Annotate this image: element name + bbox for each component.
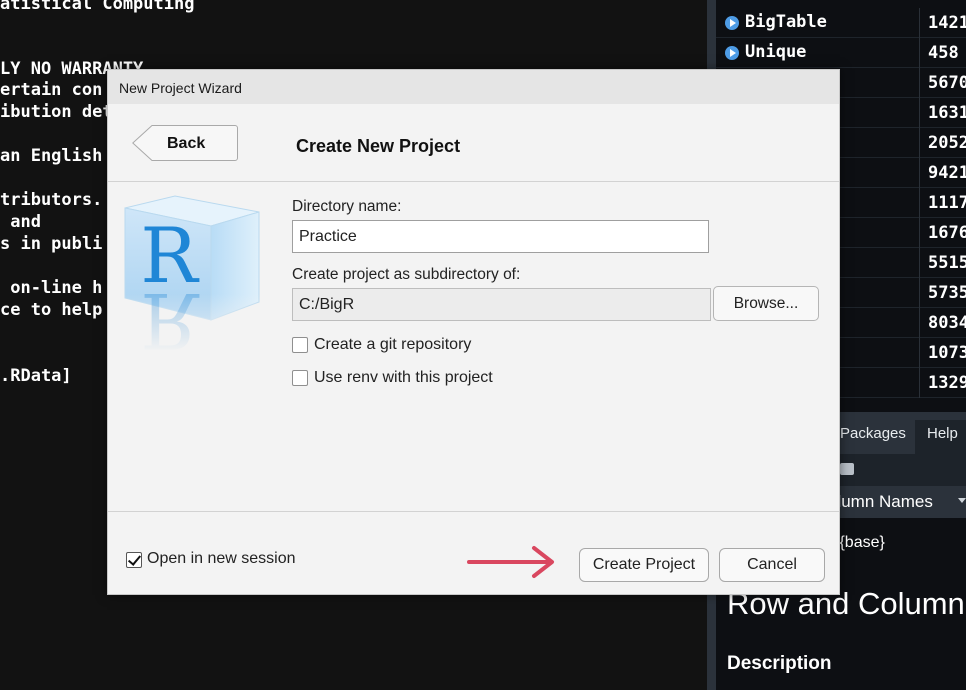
r-logo-icon: R R	[123, 194, 261, 365]
dialog-title: New Project Wizard	[119, 80, 242, 96]
divider	[108, 181, 839, 182]
create-project-button[interactable]: Create Project	[579, 548, 709, 582]
tab-packages[interactable]: Packages	[840, 425, 906, 442]
env-var-value: 9421	[919, 158, 966, 188]
directory-name-input[interactable]: Practice	[292, 220, 709, 253]
env-var-value: 1631	[919, 98, 966, 128]
console-line: ertain con	[0, 80, 103, 100]
dialog-titlebar[interactable]: New Project Wizard	[108, 70, 839, 104]
env-var-value: 5670	[919, 68, 966, 98]
console-line: and	[0, 212, 41, 232]
env-var-value: 5735	[919, 278, 966, 308]
env-var-value: 1073	[919, 338, 966, 368]
expand-icon[interactable]	[725, 16, 739, 30]
toolbar-icon[interactable]	[840, 463, 854, 475]
open-new-session-checkbox[interactable]	[126, 552, 142, 568]
env-row-unique[interactable]: Unique 458	[716, 38, 966, 68]
console-line: .RData]	[0, 366, 72, 386]
open-new-session-label[interactable]: Open in new session	[147, 550, 296, 568]
new-project-dialog: New Project Wizard Back Create New Proje…	[107, 69, 840, 595]
divider	[108, 511, 839, 512]
checkmark-icon	[127, 552, 142, 566]
env-var-value: 458	[919, 38, 966, 68]
console-line: tributors.	[0, 190, 103, 210]
subdirectory-input[interactable]: C:/BigR	[292, 288, 711, 321]
help-section-heading: Description	[727, 653, 832, 674]
console-line: atistical Computing	[0, 0, 195, 14]
cancel-button[interactable]: Cancel	[719, 548, 825, 582]
renv-label[interactable]: Use renv with this project	[314, 369, 493, 387]
env-var-name: BigTable	[745, 12, 827, 32]
expand-icon[interactable]	[725, 46, 739, 60]
directory-name-label: Directory name:	[292, 198, 402, 215]
page-title: Create New Project	[296, 136, 461, 156]
env-var-value: 1329	[919, 368, 966, 398]
git-repository-label[interactable]: Create a git repository	[314, 336, 471, 354]
help-topic-title: olumn Names	[828, 492, 933, 511]
subdirectory-label: Create project as subdirectory of:	[292, 266, 521, 283]
env-var-value: 1421	[919, 8, 966, 38]
console-line: s in publi	[0, 234, 103, 254]
env-var-value: 1117	[919, 188, 966, 218]
console-line: ibution det	[0, 102, 113, 122]
env-var-value: 2052	[919, 128, 966, 158]
env-row-bigtable[interactable]: BigTable 1421	[716, 8, 966, 38]
back-label: Back	[167, 135, 206, 152]
console-line: on-line h	[0, 278, 103, 298]
git-repository-checkbox[interactable]	[292, 337, 308, 353]
env-var-value: 1676	[919, 218, 966, 248]
env-var-name: Unique	[745, 42, 807, 62]
env-var-value: 5515	[919, 248, 966, 278]
annotation-arrow-icon	[467, 546, 554, 578]
console-line: an English	[0, 146, 103, 166]
tab-help[interactable]: Help	[927, 425, 958, 442]
renv-checkbox[interactable]	[292, 370, 308, 386]
chevron-down-icon[interactable]	[958, 498, 966, 503]
browse-button[interactable]: Browse...	[713, 286, 819, 321]
console-line: ce to help	[0, 300, 103, 320]
env-var-value: 8034	[919, 308, 966, 338]
back-button[interactable]: Back	[132, 125, 238, 161]
